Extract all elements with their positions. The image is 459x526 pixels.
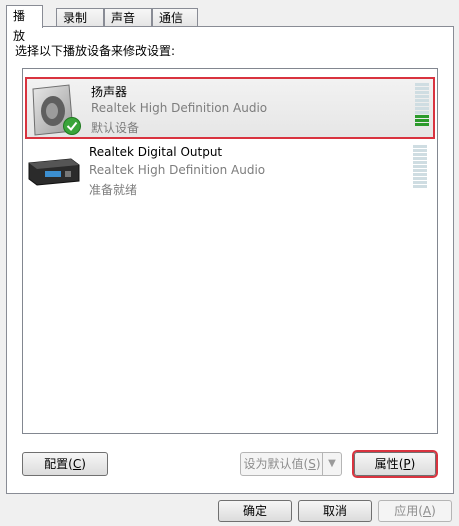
device-description: Realtek High Definition Audio	[91, 101, 268, 115]
set-default-accel: S	[308, 457, 316, 471]
level-meter-segment	[415, 99, 429, 102]
apply-accel: A	[422, 504, 432, 518]
device-item-digital-output[interactable]: Realtek Digital Output Realtek High Defi…	[25, 141, 435, 203]
level-meter-segment	[413, 157, 427, 160]
level-meter-segment	[413, 149, 427, 152]
configure-label: 配置	[44, 457, 69, 471]
level-meter-segment	[413, 177, 427, 180]
level-meter	[413, 145, 427, 189]
tab-playback[interactable]: 播放	[6, 5, 43, 43]
level-meter-segment	[413, 161, 427, 164]
level-meter-segment	[415, 111, 429, 114]
level-meter-segment	[413, 173, 427, 176]
apply-button[interactable]: 应用(A)	[378, 500, 452, 522]
level-meter-segment	[415, 119, 429, 122]
tab-communications[interactable]: 通信	[152, 8, 198, 27]
set-default-label: 设为默认值	[243, 457, 304, 471]
level-meter-segment	[413, 169, 427, 172]
cancel-button[interactable]: 取消	[298, 500, 372, 522]
level-meter-segment	[415, 103, 429, 106]
configure-accel: C	[72, 457, 82, 471]
level-meter-segment	[413, 181, 427, 184]
set-default-dropdown-arrow[interactable]: ▼	[322, 452, 342, 476]
device-name: 扬声器	[91, 85, 128, 99]
level-meter-segment	[415, 107, 429, 110]
level-meter-segment	[415, 95, 429, 98]
level-meter-segment	[413, 145, 427, 148]
level-meter-segment	[413, 185, 427, 188]
level-meter-segment	[413, 165, 427, 168]
device-item-speakers[interactable]: 扬声器 Realtek High Definition Audio 默认设备	[25, 77, 435, 139]
tab-recording[interactable]: 录制	[56, 8, 104, 27]
device-name: Realtek Digital Output	[89, 145, 223, 159]
level-meter	[415, 83, 429, 127]
level-meter-segment	[415, 87, 429, 90]
set-default-button[interactable]: 设为默认值(S)	[240, 452, 324, 476]
ok-button[interactable]: 确定	[218, 500, 292, 522]
digital-output-device-icon	[28, 158, 80, 186]
device-description: Realtek High Definition Audio	[89, 163, 266, 177]
device-status: 准备就绪	[89, 183, 138, 197]
configure-button[interactable]: 配置(C)	[22, 452, 108, 476]
properties-button[interactable]: 属性(P)	[354, 452, 436, 476]
level-meter-segment	[413, 153, 427, 156]
properties-accel: P	[403, 457, 411, 471]
properties-label: 属性	[374, 457, 399, 471]
level-meter-segment	[415, 123, 429, 126]
apply-label: 应用	[394, 504, 419, 518]
instruction-text: 选择以下播放设备来修改设置:	[15, 44, 176, 58]
playback-device-list[interactable]: 扬声器 Realtek High Definition Audio 默认设备 R…	[22, 68, 438, 434]
level-meter-segment	[415, 115, 429, 118]
tab-sounds[interactable]: 声音	[104, 8, 152, 27]
level-meter-segment	[415, 83, 429, 86]
device-status: 默认设备	[91, 121, 140, 135]
default-checkmark-icon	[63, 117, 81, 135]
level-meter-segment	[415, 91, 429, 94]
